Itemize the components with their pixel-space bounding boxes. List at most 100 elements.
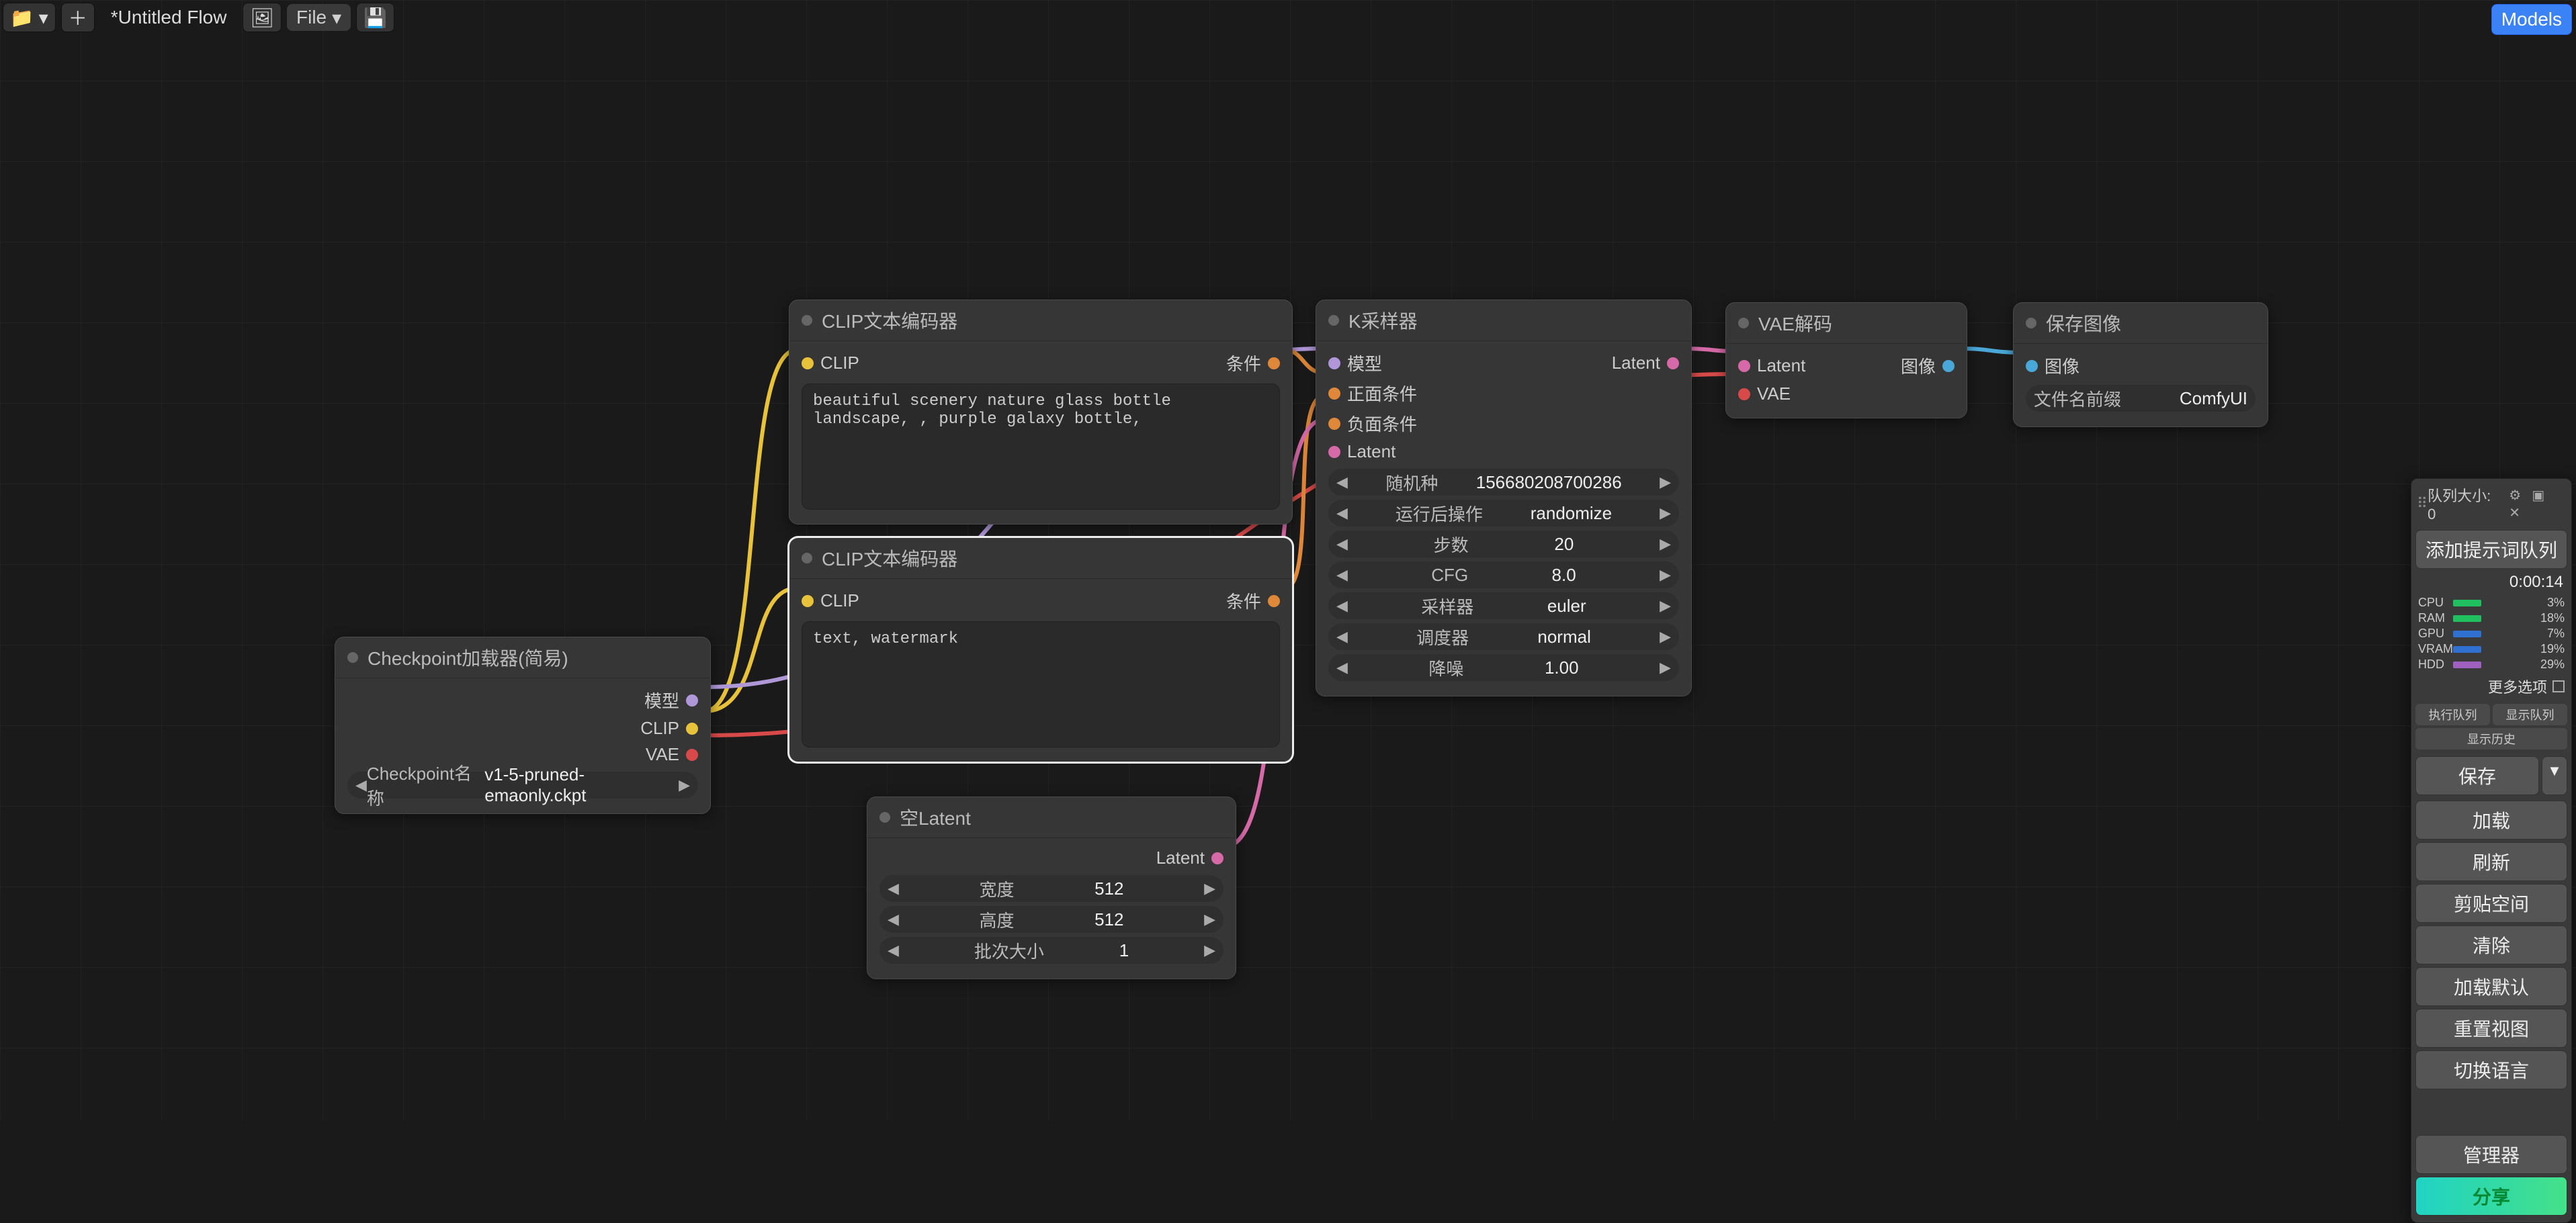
more-options-row[interactable]: 更多选项: [2415, 674, 2567, 701]
new-tab-button[interactable]: ＋: [61, 3, 95, 32]
checkbox-icon[interactable]: [2552, 680, 2565, 692]
arrow-left-icon[interactable]: ◀: [888, 880, 899, 897]
widget-width[interactable]: ◀宽度512▶: [879, 875, 1223, 902]
port-out-cond[interactable]: [1268, 357, 1280, 369]
arrow-left-icon[interactable]: ◀: [1336, 504, 1348, 522]
arrow-right-icon[interactable]: ▶: [679, 776, 690, 794]
arrow-left-icon[interactable]: ◀: [1336, 597, 1348, 615]
close-icon[interactable]: ✕: [2509, 506, 2520, 520]
port-in-positive[interactable]: [1328, 388, 1340, 400]
node-clip-encode-positive[interactable]: CLIP文本编码器 CLIP 条件: [789, 300, 1293, 525]
node-header[interactable]: CLIP文本编码器: [789, 300, 1292, 341]
arrow-left-icon[interactable]: ◀: [888, 942, 899, 959]
share-button[interactable]: 分享: [2415, 1177, 2567, 1216]
collapse-icon[interactable]: [879, 812, 890, 823]
arrow-right-icon[interactable]: ▶: [1660, 504, 1671, 522]
port-in-latent[interactable]: [1738, 360, 1750, 372]
port-out-cond[interactable]: [1268, 595, 1280, 607]
port-out-latent[interactable]: [1211, 852, 1223, 864]
widget-cfg[interactable]: ◀CFG8.0▶: [1328, 561, 1679, 588]
clear-button[interactable]: 清除: [2415, 925, 2567, 964]
node-ksampler[interactable]: K采样器 模型Latent 正面条件 负面条件 Latent ◀随机种15668…: [1316, 300, 1692, 696]
widget-sampler[interactable]: ◀采样器euler▶: [1328, 592, 1679, 619]
node-header[interactable]: 空Latent: [867, 797, 1236, 838]
widget-filename-prefix[interactable]: 文件名前缀 ComfyUI: [2026, 385, 2256, 412]
collapse-icon[interactable]: [347, 652, 358, 663]
models-button[interactable]: Models: [2491, 4, 2572, 35]
widget-after[interactable]: ◀运行后操作randomize▶: [1328, 500, 1679, 527]
arrow-right-icon[interactable]: ▶: [1204, 911, 1215, 928]
widget-height[interactable]: ◀高度512▶: [879, 906, 1223, 933]
arrow-left-icon[interactable]: ◀: [1336, 473, 1348, 491]
collapse-icon[interactable]: [802, 315, 812, 326]
port-in-clip[interactable]: [802, 357, 814, 369]
port-out-vae[interactable]: [686, 749, 698, 761]
collapse-icon[interactable]: [1328, 315, 1339, 326]
port-in-negative[interactable]: [1328, 418, 1340, 430]
collapse-icon[interactable]: [1738, 318, 1749, 328]
port-in-model[interactable]: [1328, 357, 1340, 369]
arrow-left-icon[interactable]: ◀: [355, 776, 367, 794]
image-icon-button[interactable]: 🖼: [243, 3, 282, 32]
node-header[interactable]: Checkpoint加载器(简易): [335, 637, 710, 678]
arrow-right-icon[interactable]: ▶: [1660, 659, 1671, 676]
refresh-button[interactable]: 刷新: [2415, 842, 2567, 881]
file-menu[interactable]: File▾: [287, 4, 351, 31]
folder-menu-button[interactable]: 📁 ▾: [3, 3, 56, 32]
prompt-textarea-negative[interactable]: [802, 621, 1280, 748]
widget-batch[interactable]: ◀批次大小1▶: [879, 937, 1223, 964]
reset-view-button[interactable]: 重置视图: [2415, 1009, 2567, 1048]
node-graph-canvas[interactable]: Checkpoint加载器(简易) 模型 CLIP VAE ◀ Checkpoi…: [0, 0, 2576, 1121]
show-history-button[interactable]: 显示历史: [2415, 728, 2567, 750]
arrow-right-icon[interactable]: ▶: [1660, 473, 1671, 491]
arrow-right-icon[interactable]: ▶: [1660, 566, 1671, 584]
run-queue-button[interactable]: 执行队列: [2415, 704, 2490, 725]
clipboard-button[interactable]: 剪贴空间: [2415, 884, 2567, 923]
save-dropdown-button[interactable]: ▼: [2542, 756, 2567, 795]
manager-button[interactable]: 管理器: [2415, 1135, 2567, 1174]
drag-handle-icon[interactable]: ⠿: [2417, 495, 2428, 512]
widget-ckpt-name[interactable]: ◀ Checkpoint名称 v1-5-pruned-emaonly.ckpt …: [347, 772, 698, 799]
load-button[interactable]: 加载: [2415, 801, 2567, 840]
port-out-image[interactable]: [1942, 360, 1955, 372]
node-header[interactable]: K采样器: [1316, 300, 1691, 341]
arrow-right-icon[interactable]: ▶: [1660, 597, 1671, 615]
arrow-right-icon[interactable]: ▶: [1660, 628, 1671, 645]
arrow-right-icon[interactable]: ▶: [1204, 880, 1215, 897]
arrow-left-icon[interactable]: ◀: [888, 911, 899, 928]
node-clip-encode-negative[interactable]: CLIP文本编码器 CLIP 条件: [789, 537, 1293, 762]
port-out-clip[interactable]: [686, 723, 698, 735]
control-panel[interactable]: ⠿ 队列大小: 0 ⚙ ▣ ✕ 添加提示词队列 0:00:14 CPU3%RAM…: [2411, 478, 2572, 1223]
port-in-latent[interactable]: [1328, 446, 1340, 458]
arrow-left-icon[interactable]: ◀: [1336, 628, 1348, 645]
port-in-vae[interactable]: [1738, 388, 1750, 400]
gear-icon[interactable]: ⚙: [2509, 488, 2521, 503]
port-out-latent[interactable]: [1667, 357, 1679, 369]
port-in-clip[interactable]: [802, 595, 814, 607]
widget-seed[interactable]: ◀随机种156680208700286▶: [1328, 469, 1679, 496]
flow-title-tab[interactable]: *Untitled Flow: [100, 7, 238, 28]
arrow-left-icon[interactable]: ◀: [1336, 566, 1348, 584]
arrow-left-icon[interactable]: ◀: [1336, 659, 1348, 676]
node-empty-latent[interactable]: 空Latent Latent ◀宽度512▶ ◀高度512▶ ◀批次大小1▶: [867, 797, 1236, 979]
switch-language-button[interactable]: 切换语言: [2415, 1050, 2567, 1089]
widget-denoise[interactable]: ◀降噪1.00▶: [1328, 654, 1679, 681]
node-vae-decode[interactable]: VAE解码 Latent图像 VAE: [1725, 302, 1967, 418]
arrow-left-icon[interactable]: ◀: [1336, 535, 1348, 553]
add-prompt-queue-button[interactable]: 添加提示词队列: [2415, 530, 2567, 569]
arrow-right-icon[interactable]: ▶: [1204, 942, 1215, 959]
node-header[interactable]: VAE解码: [1726, 303, 1967, 344]
prompt-textarea-positive[interactable]: [802, 383, 1280, 510]
collapse-icon[interactable]: [2026, 318, 2036, 328]
widget-scheduler[interactable]: ◀调度器normal▶: [1328, 623, 1679, 650]
port-out-model[interactable]: [686, 694, 698, 707]
node-checkpoint-loader[interactable]: Checkpoint加载器(简易) 模型 CLIP VAE ◀ Checkpoi…: [335, 637, 711, 814]
window-icon[interactable]: ▣: [2532, 488, 2544, 503]
save-button[interactable]: 保存: [2415, 756, 2539, 795]
arrow-right-icon[interactable]: ▶: [1660, 535, 1671, 553]
node-header[interactable]: CLIP文本编码器: [789, 538, 1292, 579]
widget-steps[interactable]: ◀步数20▶: [1328, 531, 1679, 557]
collapse-icon[interactable]: [802, 553, 812, 563]
load-default-button[interactable]: 加载默认: [2415, 967, 2567, 1006]
node-save-image[interactable]: 保存图像 图像 文件名前缀 ComfyUI: [2013, 302, 2268, 427]
